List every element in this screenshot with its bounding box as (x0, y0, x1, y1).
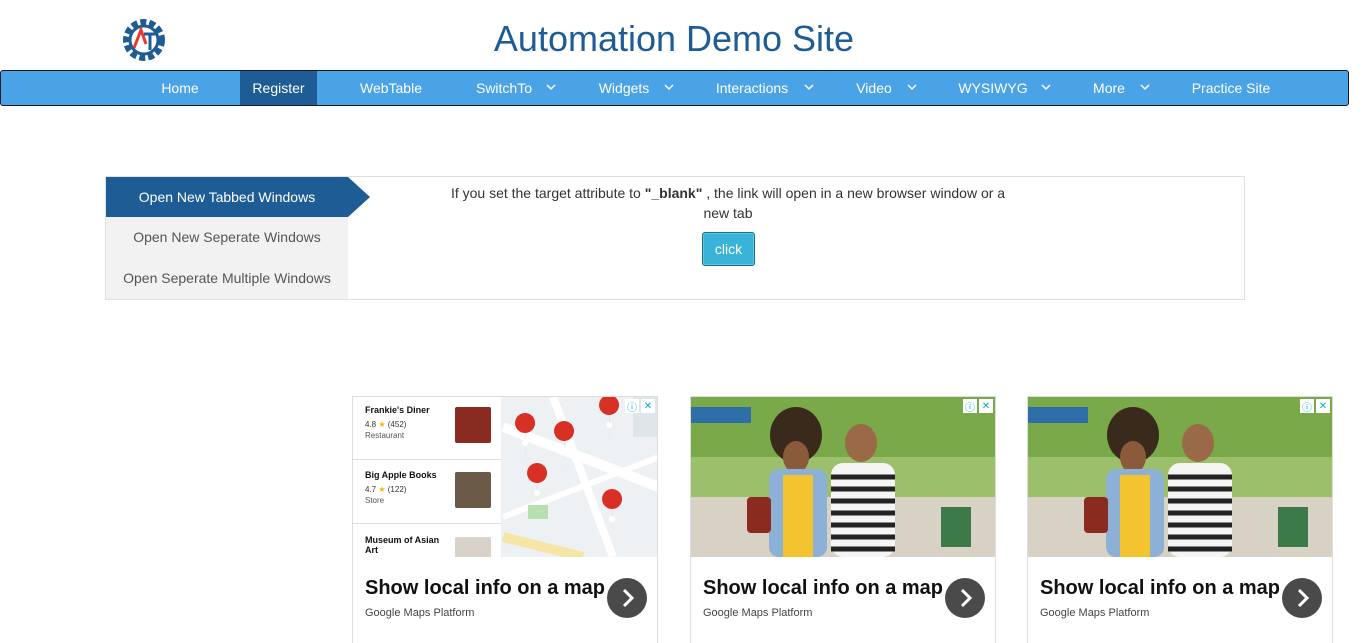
description-bold: "_blank" (644, 185, 703, 201)
ad-close-icon[interactable]: ✕ (641, 399, 655, 413)
map-pin-icon (515, 397, 623, 537)
ad-photo (691, 397, 995, 557)
tab-content: If you set the target attribute to "_bla… (348, 177, 1244, 299)
chevron-down-icon[interactable] (804, 71, 814, 105)
tab-description: If you set the target attribute to "_bla… (448, 183, 1008, 223)
ad-info-icon[interactable]: ⓘ (963, 399, 977, 414)
ad-subtitle: Google Maps Platform (365, 607, 475, 619)
nav-more[interactable]: More (1085, 71, 1133, 105)
site-title: Automation Demo Site (493, 18, 855, 59)
ad-badges: ⓘ ✕ (963, 399, 993, 414)
nav-practice-site[interactable]: Practice Site (1181, 71, 1281, 105)
ad-next-button[interactable] (1282, 578, 1322, 618)
chevron-down-icon[interactable] (1041, 71, 1051, 105)
ad-badges: ⓘ ✕ (1300, 399, 1330, 414)
ad-title: Show local info on a map (1040, 577, 1281, 599)
ad-info-icon[interactable]: ⓘ (625, 399, 639, 414)
chevron-right-icon (622, 588, 635, 608)
chevron-down-icon[interactable] (664, 71, 674, 105)
chevron-down-icon[interactable] (546, 71, 556, 105)
chevron-down-icon[interactable] (1140, 71, 1150, 105)
description-text: , the link will open in a new browser wi… (702, 185, 1006, 221)
ad-banner[interactable]: ⓘ ✕ Show local info on a map Google Maps… (690, 396, 996, 643)
nav-video[interactable]: Video (847, 71, 901, 105)
ad-photo (1028, 397, 1332, 557)
tab-open-seperate-multiple-windows[interactable]: Open Seperate Multiple Windows (106, 258, 348, 298)
ad-close-icon[interactable]: ✕ (1316, 399, 1330, 413)
tab-open-new-tabbed-windows[interactable]: Open New Tabbed Windows (106, 177, 348, 217)
window-tabs: Open New Tabbed Windows Open New Seperat… (106, 177, 370, 299)
map-image: Frankie's Diner 4.8 ★ (452) Restaurant B… (353, 397, 657, 557)
ad-banner[interactable]: ⓘ ✕ Show local info on a map Google Maps… (1027, 396, 1333, 643)
ad-title: Show local info on a map (703, 577, 944, 599)
ad-next-button[interactable] (945, 578, 985, 618)
click-button[interactable]: click (702, 232, 755, 266)
ad-close-icon[interactable]: ✕ (979, 399, 993, 413)
ad-info-icon[interactable]: ⓘ (1300, 399, 1314, 414)
chevron-right-icon (1297, 588, 1310, 608)
ad-subtitle: Google Maps Platform (703, 607, 813, 619)
nav-interactions[interactable]: Interactions (705, 71, 799, 105)
description-text: If you set the target attribute to (450, 185, 645, 201)
nav-wysiwyg[interactable]: WYSIWYG (951, 71, 1035, 105)
windows-panel: Open New Tabbed Windows Open New Seperat… (105, 176, 1245, 300)
nav-register[interactable]: Register (240, 71, 317, 105)
ad-subtitle: Google Maps Platform (1040, 607, 1150, 619)
ad-next-button[interactable] (607, 578, 647, 618)
tab-open-new-seperate-windows[interactable]: Open New Seperate Windows (106, 217, 348, 257)
ad-badges: ⓘ ✕ (625, 399, 655, 414)
nav-switchto[interactable]: SwitchTo (467, 71, 541, 105)
ad-banner[interactable]: Frankie's Diner 4.8 ★ (452) Restaurant B… (352, 396, 658, 643)
main-nav: Home Register WebTable SwitchTo Widgets … (0, 70, 1349, 106)
chevron-down-icon[interactable] (907, 71, 917, 105)
nav-webtable[interactable]: WebTable (349, 71, 433, 105)
nav-widgets[interactable]: Widgets (589, 71, 659, 105)
ad-title: Show local info on a map (365, 577, 606, 599)
nav-home[interactable]: Home (149, 71, 211, 105)
chevron-right-icon (960, 588, 973, 608)
